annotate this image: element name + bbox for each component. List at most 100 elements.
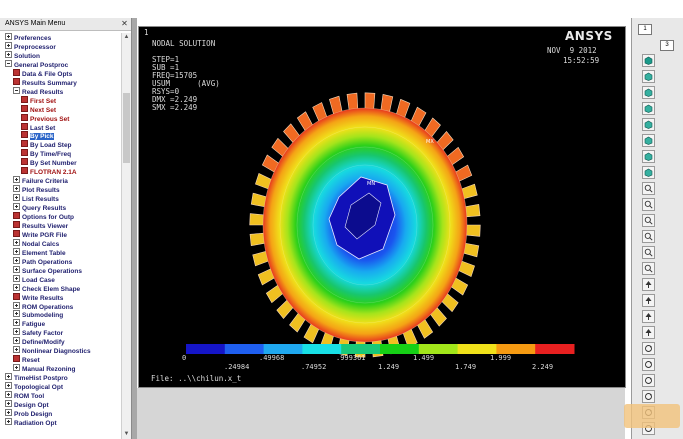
menu-item[interactable]: Previous Set (21, 113, 69, 123)
menu-item[interactable]: Results Summary (13, 77, 77, 87)
close-icon[interactable]: ✕ (120, 19, 129, 28)
menu-item[interactable]: Last Set (21, 122, 55, 132)
back-view-icon[interactable] (642, 118, 655, 131)
command-icon[interactable] (21, 113, 28, 121)
expand-icon[interactable] (13, 265, 20, 273)
expand-icon[interactable] (5, 41, 12, 49)
menu-item[interactable]: Check Elem Shape (13, 283, 80, 293)
expand-icon[interactable] (5, 399, 12, 407)
iso-view-icon[interactable] (642, 54, 655, 67)
expand-icon[interactable] (13, 301, 20, 309)
expand-icon[interactable] (13, 203, 20, 211)
expand-icon[interactable] (5, 391, 12, 398)
menu-item[interactable]: Failure Criteria (13, 176, 68, 185)
left-view-icon[interactable] (642, 150, 655, 163)
pan-down-icon[interactable] (642, 294, 655, 307)
front-view-icon[interactable] (642, 70, 655, 83)
expand-icon[interactable] (5, 50, 12, 58)
menu-item[interactable]: ROM Operations (13, 301, 73, 311)
menu-item[interactable]: Nodal Calcs (13, 238, 59, 248)
menu-item[interactable]: Radiation Opt (5, 417, 57, 427)
menu-item[interactable]: Write PGR File (13, 229, 67, 239)
command-icon[interactable] (21, 149, 28, 157)
zoom-out-icon[interactable] (642, 262, 655, 275)
menu-item[interactable]: Nonlinear Diagnostics (13, 346, 91, 355)
command-icon[interactable] (21, 131, 28, 139)
expand-icon[interactable] (13, 346, 20, 354)
menu-item[interactable]: Safety Factor (13, 328, 63, 337)
menu-item[interactable]: Next Set (21, 104, 56, 114)
command-icon[interactable] (13, 220, 20, 228)
collapse-icon[interactable] (13, 86, 20, 94)
command-icon[interactable] (13, 229, 20, 237)
menu-item[interactable]: By Pick (21, 131, 54, 141)
expand-icon[interactable] (13, 274, 20, 282)
expand-icon[interactable] (13, 283, 20, 291)
menu-item[interactable]: Data & File Opts (13, 68, 72, 78)
menu-item[interactable]: Design Opt (5, 399, 49, 409)
expand-icon[interactable] (5, 417, 12, 425)
expand-icon[interactable] (13, 185, 20, 193)
expand-icon[interactable] (5, 408, 12, 416)
right-view-icon[interactable] (642, 102, 655, 115)
expand-icon[interactable] (5, 382, 12, 390)
menu-item[interactable]: By Time/Freq (21, 149, 71, 158)
menu-item[interactable]: Results Viewer (13, 220, 68, 230)
main-menu-scrollbar[interactable]: ▲ ▼ (121, 33, 131, 439)
menu-item[interactable]: Plot Results (13, 185, 60, 194)
view-select[interactable]: 3 (660, 40, 674, 51)
menu-item[interactable]: ROM Tool (5, 391, 44, 400)
menu-item[interactable]: Preprocessor (5, 41, 56, 51)
collapse-icon[interactable] (5, 59, 12, 67)
menu-item[interactable]: Read Results (13, 86, 63, 96)
menu-item[interactable]: By Load Step (21, 140, 72, 149)
menu-item[interactable]: List Results (13, 194, 59, 203)
command-icon[interactable] (21, 95, 28, 103)
box-zoom-icon[interactable] (642, 198, 655, 211)
window-select[interactable]: 1 (638, 24, 652, 35)
pan-up-icon[interactable] (642, 278, 655, 291)
pan-right-icon[interactable] (642, 326, 655, 339)
command-icon[interactable] (13, 212, 20, 219)
zoom-icon[interactable] (642, 182, 655, 195)
expand-icon[interactable] (5, 33, 12, 40)
command-icon[interactable] (21, 140, 28, 148)
dynamic-mode-icon[interactable] (642, 390, 655, 403)
expand-icon[interactable] (13, 238, 20, 246)
expand-icon[interactable] (13, 194, 20, 202)
expand-icon[interactable] (5, 373, 12, 381)
menu-item[interactable]: Surface Operations (13, 265, 82, 275)
menu-item[interactable]: Reset (13, 355, 40, 364)
rotate-x-icon[interactable] (642, 342, 655, 355)
menu-item[interactable]: General Postproc (5, 59, 68, 69)
menu-item[interactable]: Solution (5, 50, 40, 60)
command-icon[interactable] (21, 104, 28, 112)
menu-item[interactable]: FLOTRAN 2.1A (21, 167, 77, 176)
menu-item[interactable]: Submodeling (13, 310, 63, 319)
rotate-z-icon[interactable] (642, 374, 655, 387)
menu-item[interactable]: Prob Design (5, 408, 52, 418)
menu-item[interactable]: Path Operations (13, 256, 72, 266)
menu-item[interactable]: Preferences (5, 33, 51, 42)
command-icon[interactable] (13, 68, 20, 76)
menu-item[interactable]: Options for Outp (13, 212, 74, 221)
graphics-window[interactable]: 1 NODAL SOLUTION STEP=1 SUB =1 FREQ=15705 U… (138, 26, 626, 388)
menu-item[interactable]: Load Case (13, 274, 55, 284)
oblique-view-icon[interactable] (642, 166, 655, 179)
menu-item[interactable]: Define/Modify (13, 337, 65, 346)
expand-icon[interactable] (13, 328, 20, 336)
scroll-thumb[interactable] (123, 93, 130, 163)
bottom-view-icon[interactable] (642, 134, 655, 147)
menu-item[interactable]: Fatigue (13, 319, 45, 328)
command-icon[interactable] (13, 355, 20, 363)
expand-icon[interactable] (13, 319, 20, 327)
expand-icon[interactable] (13, 176, 20, 184)
rotate-y-icon[interactable] (642, 358, 655, 371)
command-icon[interactable] (21, 158, 28, 166)
menu-item[interactable]: Write Results (13, 292, 63, 302)
scroll-down-arrow-icon[interactable]: ▼ (122, 430, 131, 439)
menu-item[interactable]: Manual Rezoning (13, 364, 75, 373)
command-icon[interactable] (13, 77, 20, 85)
top-view-icon[interactable] (642, 86, 655, 99)
pan-left-icon[interactable] (642, 310, 655, 323)
